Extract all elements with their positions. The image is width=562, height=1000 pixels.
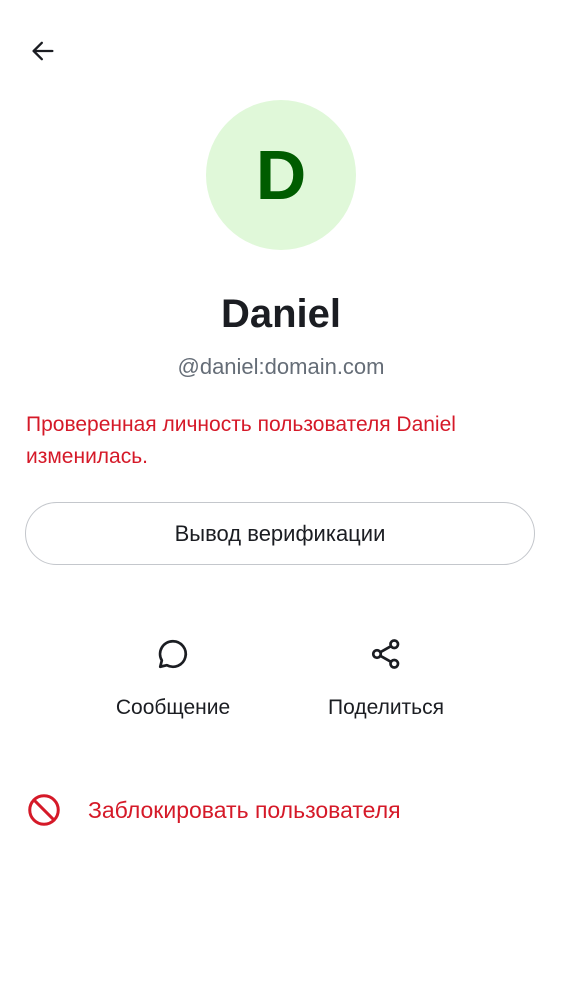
message-action[interactable]: Сообщение	[83, 630, 263, 722]
block-user-label: Заблокировать пользователя	[88, 797, 401, 823]
withdraw-verification-button[interactable]: Вывод верификации	[25, 502, 535, 565]
arrow-left-icon	[32, 41, 54, 61]
share-action-label: Поделиться	[328, 696, 444, 719]
display-name: Daniel	[220, 292, 342, 336]
chat-bubble-icon	[149, 630, 197, 678]
block-user-button[interactable]: Заблокировать пользователя	[0, 780, 562, 840]
message-action-label: Сообщение	[115, 696, 231, 719]
avatar-initial: D	[255, 136, 307, 214]
share-icon	[362, 630, 410, 678]
share-action[interactable]: Поделиться	[296, 630, 476, 722]
avatar: D	[206, 100, 356, 250]
block-icon	[28, 794, 60, 826]
back-button[interactable]	[22, 30, 64, 72]
identity-changed-warning: Проверенная личность пользователя Daniel…	[26, 413, 456, 468]
user-id: @daniel:domain.com	[177, 354, 385, 379]
